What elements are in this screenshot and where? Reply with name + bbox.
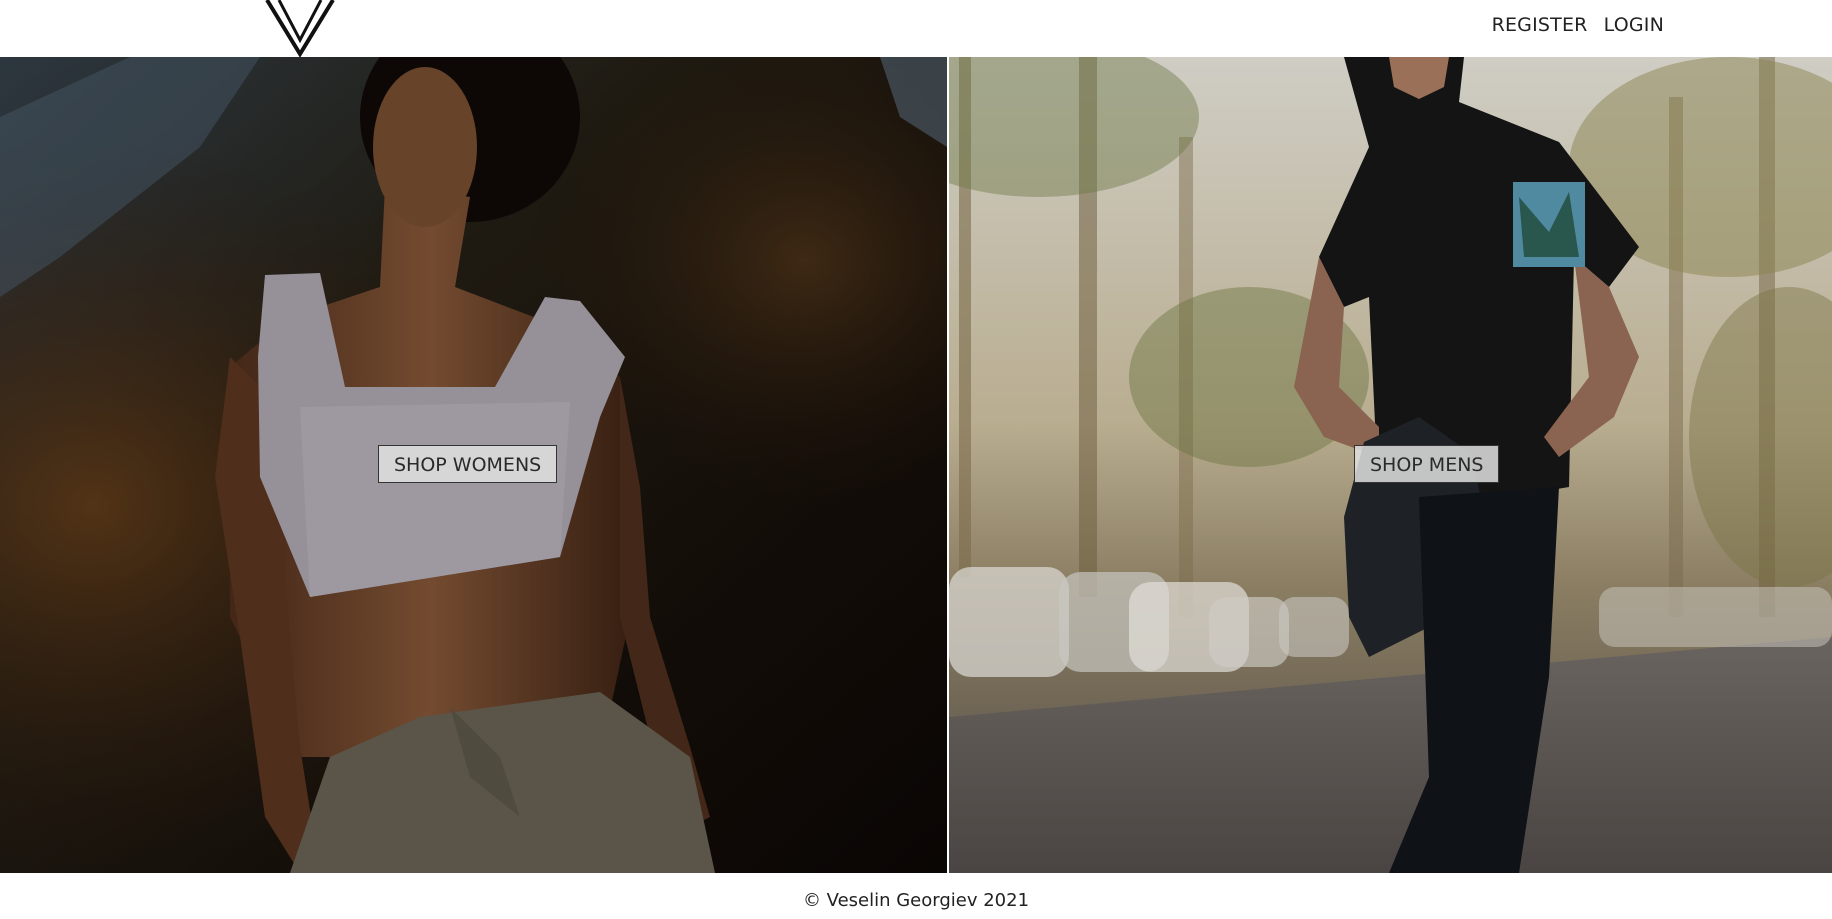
register-link[interactable]: REGISTER [1492, 14, 1588, 36]
men-hero-panel[interactable]: SHOP MENS [949, 57, 1832, 873]
copyright-text: © Veselin Georgiev 2021 [802, 890, 1030, 911]
main-nav: REGISTER LOGIN [1492, 14, 1664, 36]
v-logo-icon [265, 0, 335, 58]
shop-womens-button[interactable]: SHOP WOMENS [378, 445, 558, 483]
shop-mens-button[interactable]: SHOP MENS [1354, 445, 1500, 483]
women-hero-panel[interactable]: SHOP WOMENS [0, 57, 947, 873]
site-footer: © Veselin Georgiev 2021 [0, 873, 1832, 919]
site-header: REGISTER LOGIN [0, 0, 1832, 58]
login-link[interactable]: LOGIN [1604, 14, 1664, 36]
logo-link[interactable] [263, 0, 337, 58]
